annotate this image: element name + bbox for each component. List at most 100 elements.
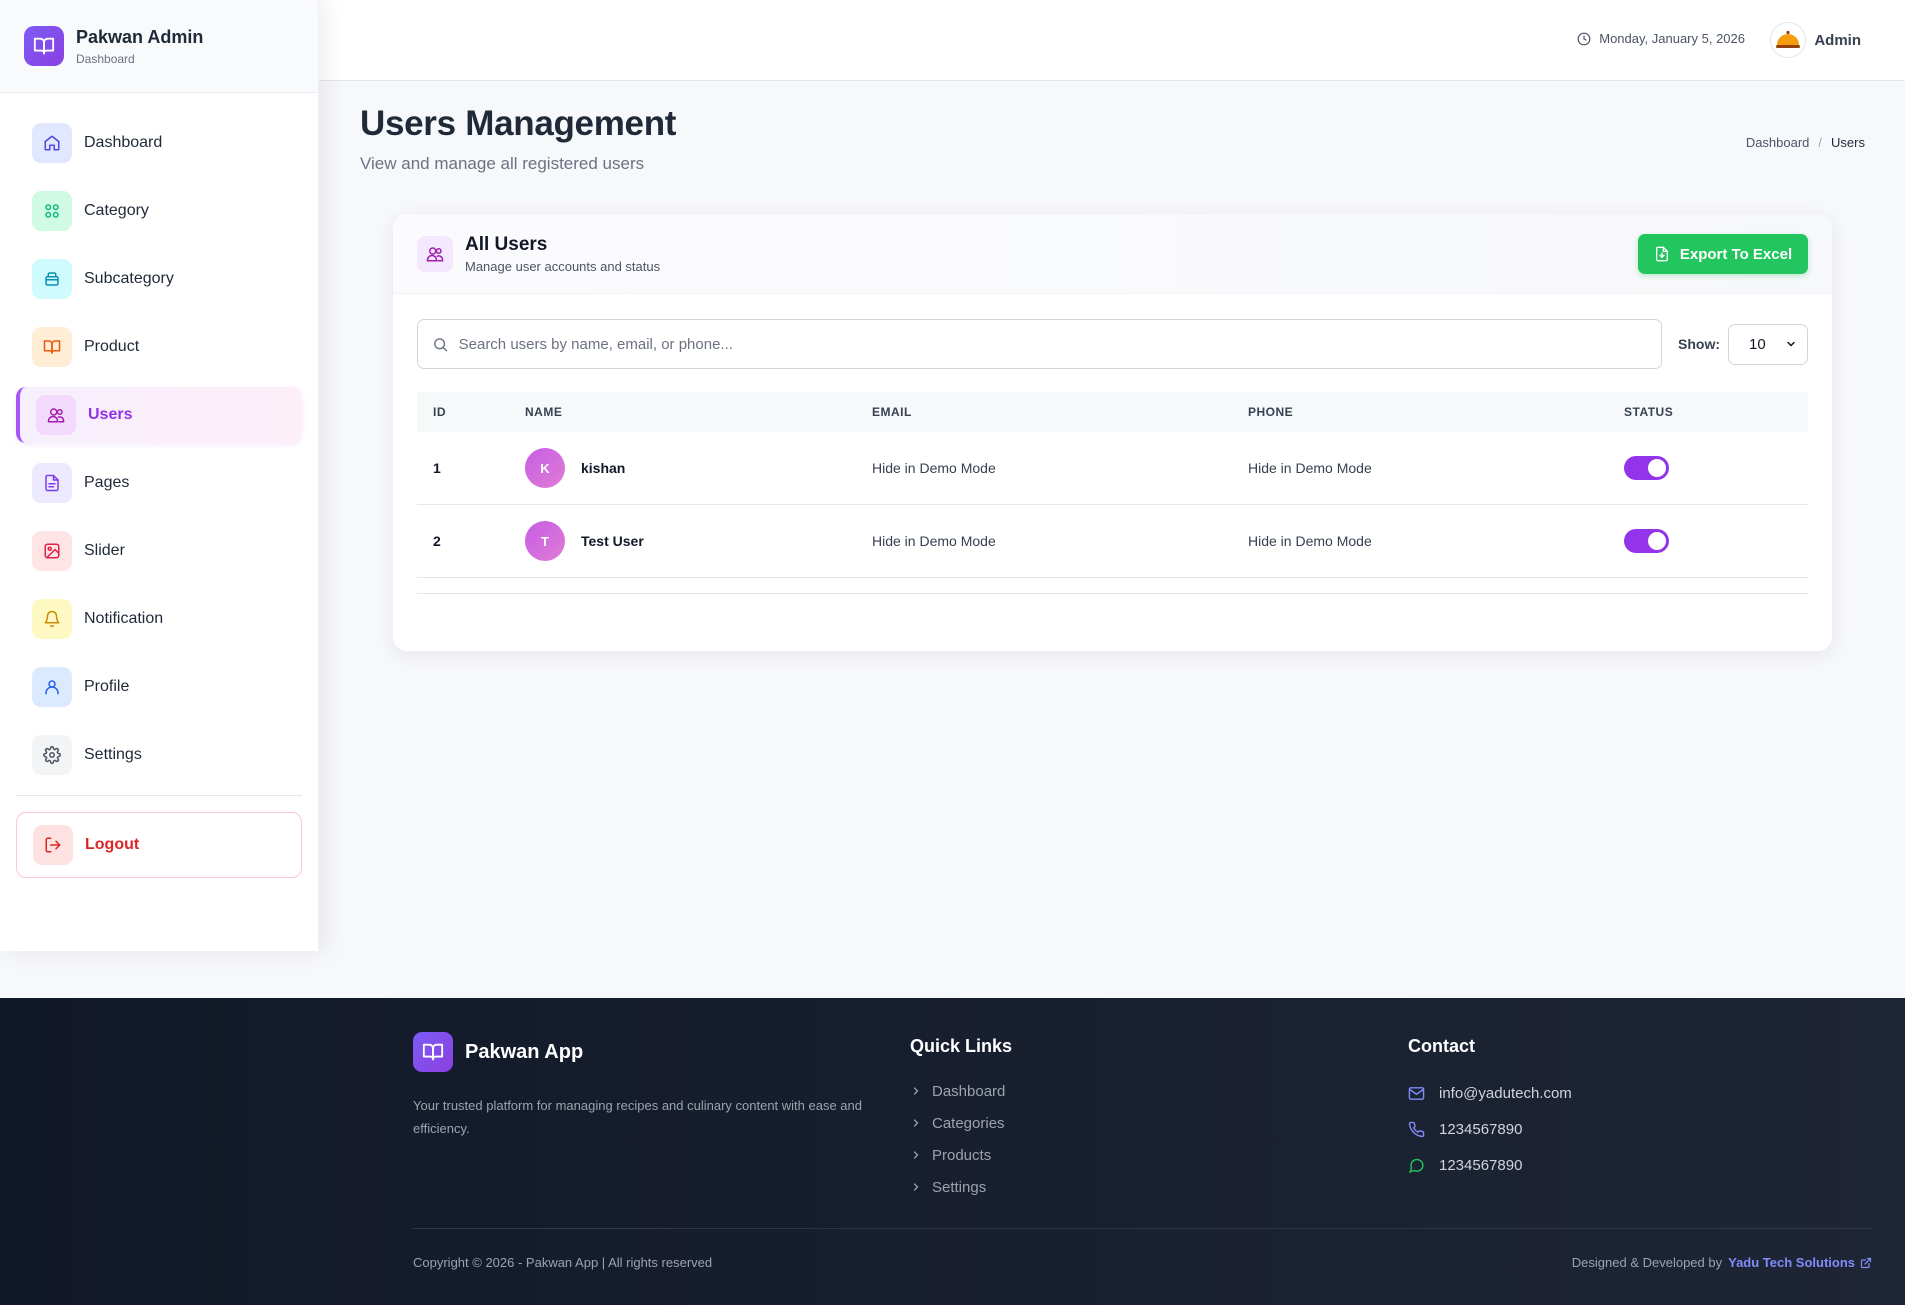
contact-whatsapp[interactable]: 1234567890 [1408,1147,1572,1183]
sidebar-item-users[interactable]: Users [16,387,302,443]
user-id: 2 [433,533,441,549]
user-icon [32,667,72,707]
developer-link[interactable]: Yadu Tech Solutions [1728,1255,1855,1270]
user-name: Admin [1814,31,1861,49]
logout-button[interactable]: Logout [16,812,302,878]
sidebar-item-pages[interactable]: Pages [16,455,302,511]
card-title: All Users [465,233,548,255]
logout-icon [33,825,73,865]
top-header: Monday, January 5, 2026 Admin [319,0,1905,81]
column-header-status: STATUS [1624,405,1674,419]
quick-link-label: Categories [932,1114,1005,1132]
contact-phone[interactable]: 1234567890 [1408,1111,1572,1147]
book-open-icon [24,26,64,66]
sidebar-item-label: Category [84,202,149,219]
page-size-value: 10 [1749,335,1766,353]
footer-brand: Pakwan App [413,1032,873,1072]
user-avatar: T [525,521,565,561]
chevron-right-icon [913,1183,919,1191]
brand[interactable]: Pakwan Admin Dashboard [0,0,318,93]
contact-email[interactable]: info@yadutech.com [1408,1075,1572,1111]
quick-link-label: Products [932,1146,992,1164]
page-size-select[interactable]: 10 [1728,323,1808,365]
table-row: 1 Kkishan Hide in Demo Mode Hide in Demo Mo… [417,432,1808,505]
users-table: ID NAME EMAIL PHONE STATUS 1 Kkishan Hide … [417,392,1808,594]
search-row: Show: 10 [417,319,1808,369]
contact-phone-text: 1234567890 [1439,1120,1523,1138]
sidebar-item-profile[interactable]: Profile [16,659,302,715]
sidebar-item-label: Settings [84,746,142,763]
sidebar-item-label: Product [84,338,140,355]
current-date: Monday, January 5, 2026 [1577,31,1745,46]
gear-icon [32,735,72,775]
export-excel-button[interactable]: Export To Excel [1638,234,1808,274]
page-title: Users Management [360,104,677,143]
sidebar-item-subcategory[interactable]: Subcategory [16,251,302,307]
page-subtitle: View and manage all registered users [360,154,645,173]
sidebar-item-dashboard[interactable]: Dashboard [16,115,302,171]
table-row: 2 T Test User Hide in Demo Mode Hide in Demo… [417,505,1808,578]
file-icon [32,463,72,503]
users-icon [36,395,76,435]
quick-link-categories[interactable]: Categories [910,1107,1012,1139]
chevron-right-icon [913,1087,919,1095]
user-phone: Hide in Demo Mode [1248,460,1372,476]
grid-icon [32,191,72,231]
sidebar-item-settings[interactable]: Settings [16,727,302,783]
quick-link-products[interactable]: Products [910,1139,1012,1171]
sidebar-item-label: Subcategory [84,270,174,287]
sidebar-item-slider[interactable]: Slider [16,523,302,579]
chevron-right-icon [913,1119,919,1127]
brand-subtitle: Dashboard [76,51,135,66]
whatsapp-icon [1408,1158,1424,1173]
user-name: Test User [581,533,644,549]
status-toggle[interactable] [1624,529,1669,553]
search-icon [434,337,448,351]
quick-link-label: Dashboard [932,1082,1006,1100]
contact-email-text: info@yadutech.com [1439,1084,1572,1102]
column-header-phone: PHONE [1248,405,1294,419]
bell-icon [32,599,72,639]
quick-links: Quick Links Dashboard Categories Products S… [910,1036,1012,1203]
footer-brand-name: Pakwan App [465,1040,584,1063]
user-email: Hide in Demo Mode [872,533,996,549]
quick-link-dashboard[interactable]: Dashboard [910,1075,1012,1107]
export-label: Export To Excel [1679,245,1793,263]
contact-whatsapp-text: 1234567890 [1439,1156,1523,1174]
user-name: kishan [581,460,626,476]
user-avatar: K [525,448,565,488]
sidebar-item-label: Users [88,406,133,423]
search-input[interactable] [458,335,1661,353]
date-text: Monday, January 5, 2026 [1599,31,1745,46]
footer: Pakwan App Your trusted platform for man… [0,998,1905,1305]
breadcrumb: Dashboard / Users [1746,135,1865,150]
home-icon [32,123,72,163]
footer-divider [413,1228,1872,1229]
search-box [417,319,1662,369]
user-phone: Hide in Demo Mode [1248,533,1372,549]
column-header-name: NAME [525,405,563,419]
sidebar-item-label: Pages [84,474,130,491]
sidebar-item-category[interactable]: Category [16,183,302,239]
chevron-down-icon [1787,341,1795,347]
sidebar-nav: Dashboard Category Subcategory Product Users… [0,93,318,783]
breadcrumb-current: Users [1831,135,1865,150]
book-open-icon [413,1032,453,1072]
quick-link-settings[interactable]: Settings [910,1171,1012,1203]
status-toggle[interactable] [1624,456,1669,480]
avatar [1770,22,1807,58]
column-header-email: EMAIL [872,405,912,419]
show-label: Show: [1678,336,1720,352]
contact-title: Contact [1408,1036,1475,1056]
sidebar: Pakwan Admin Dashboard Dashboard Category… [0,0,319,951]
sidebar-item-product[interactable]: Product [16,319,302,375]
user-menu[interactable]: Admin [1770,22,1861,58]
column-header-id: ID [433,405,446,419]
sidebar-item-notification[interactable]: Notification [16,591,302,647]
breadcrumb-dashboard[interactable]: Dashboard [1746,135,1810,150]
table-body: 1 Kkishan Hide in Demo Mode Hide in Demo Mo… [417,432,1808,578]
sidebar-item-label: Slider [84,542,125,559]
users-card: All Users Manage user accounts and statu… [393,214,1832,651]
clock-icon [1577,32,1591,45]
page-header: Users Management View and manage all reg… [360,104,676,174]
